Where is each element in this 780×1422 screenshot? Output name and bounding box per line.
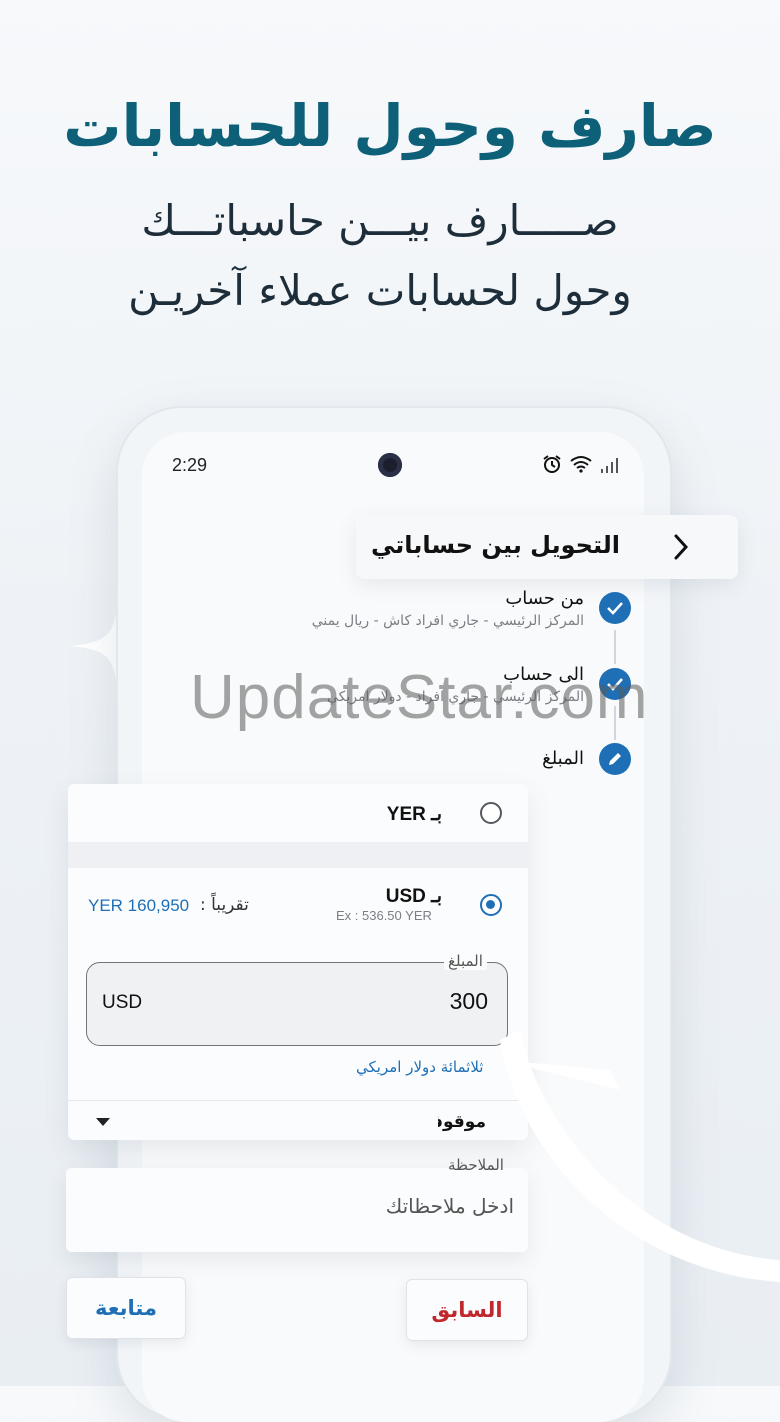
amount-currency: USD xyxy=(102,992,143,1013)
promo-line-1: صـــــارف بيـــن حاسباتـــك xyxy=(141,196,619,245)
option-usd-label[interactable]: بـ USD xyxy=(386,885,442,908)
radio-usd[interactable] xyxy=(480,894,502,916)
step-connector xyxy=(614,630,616,664)
back-chevron-icon[interactable] xyxy=(668,533,694,561)
step-amount-label: المبلغ xyxy=(542,748,584,769)
status-icons xyxy=(542,454,622,474)
status-time: 2:29 xyxy=(172,455,208,475)
approx-value: YER 160,950 xyxy=(88,896,190,915)
watermark: UpdateStar.com xyxy=(190,663,649,732)
dropdown-value: موقوف xyxy=(438,1112,486,1132)
option-yer-label[interactable]: بـ YER xyxy=(387,803,442,826)
approx-label: تقريباً : xyxy=(200,895,249,915)
options-divider xyxy=(68,842,528,868)
decorative-swoosh xyxy=(500,1030,780,1282)
signal-icon xyxy=(601,458,618,473)
step-from-label: من حساب xyxy=(505,588,584,609)
continue-button[interactable]: متابعة xyxy=(66,1277,186,1339)
camera-icon xyxy=(378,453,402,477)
amount-in-words: ثلاثمائة دولار امريكي xyxy=(356,1058,484,1076)
dropdown-arrow-icon[interactable] xyxy=(96,1118,110,1126)
wifi-icon xyxy=(570,456,592,473)
promo-line-2: وحول لحسابات عملاء آخريـن xyxy=(128,266,632,315)
radio-yer[interactable] xyxy=(480,802,502,824)
screen-title: التحويل بين حساباتي xyxy=(371,531,620,559)
step-amount-pencil-icon xyxy=(599,743,631,775)
amount-input[interactable] xyxy=(86,962,508,1046)
screen-title-bar: التحويل بين حساباتي xyxy=(356,515,738,579)
promo-headline: صارف وحول للحسابات xyxy=(63,92,717,160)
exchange-rate: Ex : 536.50 YER xyxy=(336,908,432,923)
alarm-icon xyxy=(543,455,561,473)
step-from-check-icon xyxy=(599,592,631,624)
step-from-detail: المركز الرئيسي - جاري افراد كاش - ريال ي… xyxy=(311,613,584,629)
amount-legend: المبلغ xyxy=(444,952,487,970)
